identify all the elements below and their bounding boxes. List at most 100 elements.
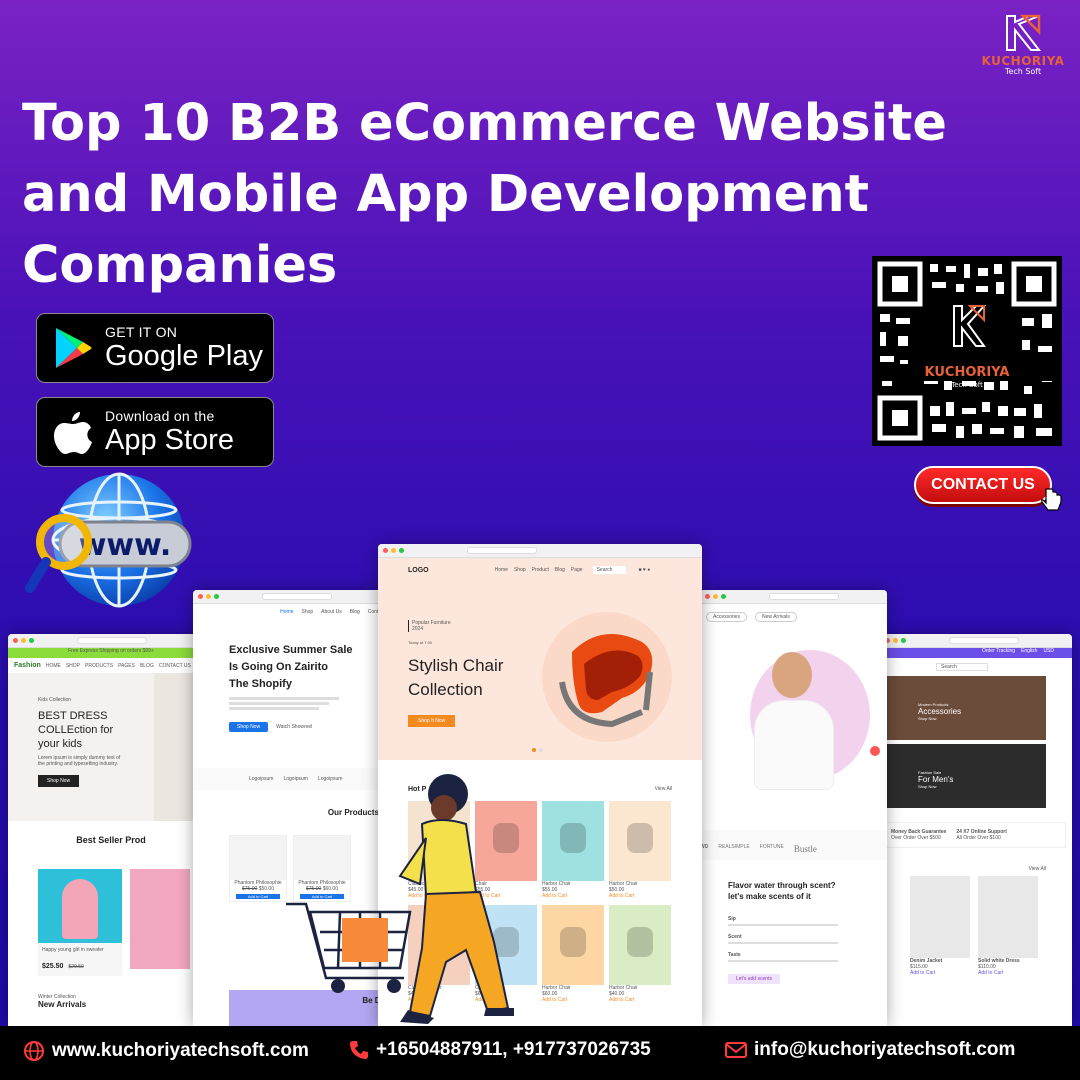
men-add-to-cart[interactable]: Add to Cart	[978, 970, 1038, 976]
brand-logo: KUCHORIYA Tech Soft	[980, 12, 1066, 76]
summer-nav-item[interactable]: About Us	[321, 609, 342, 615]
chair-product-image	[609, 905, 671, 985]
men-topbar-item[interactable]: English	[1021, 648, 1037, 658]
kids-nav-item[interactable]: HOME	[46, 663, 61, 669]
footer-bar: www.kuchoriyatechsoft.com +16504887911, …	[0, 1026, 1080, 1080]
chair-product-card[interactable]: Harbor Chair $55.00 Add to Cart	[542, 801, 604, 899]
summer-product-price: $50.00	[258, 886, 274, 892]
summer-watch-link[interactable]: Watch Showreel	[276, 724, 312, 730]
kids-nav-item[interactable]: CONTACT US	[159, 663, 191, 669]
mens-fashion-mockup: Order Tracking English USD Search Modern…	[880, 634, 1072, 1026]
chair-nav-item[interactable]: Home	[495, 567, 508, 573]
qr-code[interactable]: KUCHORIYA Tech Soft	[872, 256, 1062, 446]
chair-product-card[interactable]: Harbor Chair $60.00 Add to Cart	[542, 905, 604, 1003]
summer-shop-now-button[interactable]: Shop Now	[229, 722, 269, 732]
chair-view-all-link[interactable]: View All	[655, 786, 672, 793]
next-slide-icon[interactable]	[870, 746, 880, 756]
headline-line: and Mobile App Development	[22, 165, 870, 224]
chair-add-to-cart[interactable]: Add to Cart	[542, 997, 604, 1003]
footer-website[interactable]: www.kuchoriyatechsoft.com	[22, 1039, 309, 1063]
flavor-water-mockup: Accessories New Arrivals WD REALSIMPLE F…	[700, 590, 887, 1026]
chair-add-to-cart[interactable]: Add to Cart	[609, 893, 671, 899]
chair-product-image	[609, 801, 671, 881]
men-topbar-item[interactable]: Order Tracking	[982, 648, 1015, 658]
kids-shop-now-button[interactable]: Shop Now	[38, 775, 80, 787]
kids-nav-item[interactable]: PAGES	[118, 663, 135, 669]
men-category-card[interactable]: Fashion Sale For Men's Shop Now	[880, 744, 1046, 808]
kids-product-old-price: $29.50	[68, 964, 84, 970]
summer-title-line: Is Going On Zairito	[229, 661, 328, 673]
headline-line: Top 10 B2B eCommerce Website	[22, 94, 948, 153]
men-search-input[interactable]: Search	[936, 663, 988, 671]
chair-product-image	[542, 801, 604, 881]
chair-nav-item[interactable]: Page	[571, 567, 583, 573]
summer-nav-item[interactable]: Home	[280, 609, 293, 615]
kids-product-price: $25.50	[42, 963, 64, 970]
kids-product-image[interactable]	[130, 869, 190, 969]
carousel-dot[interactable]	[532, 748, 536, 752]
water-brand-logo: Bustle	[793, 844, 817, 854]
water-feature: Sip	[728, 916, 736, 922]
footer-phone[interactable]: +16504887911, +917737026735	[348, 1039, 651, 1061]
kids-section-title: Best Seller Prod	[76, 835, 146, 845]
email-icon	[725, 1042, 747, 1058]
summer-nav-item[interactable]: Shop	[301, 609, 313, 615]
chair-seat-icon	[627, 823, 653, 853]
app-store-button[interactable]: Download on the App Store	[36, 397, 274, 467]
chair-search-input[interactable]: Search	[592, 566, 627, 574]
men-card-link[interactable]: Shop Now	[918, 784, 1046, 789]
contact-us-label: CONTACT US	[931, 476, 1035, 493]
water-brand-logo: FORTUNE	[759, 844, 784, 850]
kids-nav-item[interactable]: PRODUCTS	[85, 663, 113, 669]
summer-nav-item[interactable]: Blog	[350, 609, 360, 615]
footer-email[interactable]: info@kuchoriyatechsoft.com	[724, 1039, 1015, 1061]
chair-product-card[interactable]: Harbor Chair $50.00 Add to Cart	[609, 801, 671, 899]
chair-logo[interactable]: LOGO	[408, 567, 429, 574]
men-card-title: For Men's	[918, 775, 954, 784]
footer-phone-text: +16504887911, +917737026735	[376, 1039, 651, 1060]
chair-hero-line: Stylish Chair	[408, 656, 504, 675]
summer-add-to-cart[interactable]: Add to Cart	[236, 894, 280, 899]
brand-mark-icon	[1006, 14, 1042, 51]
water-tab[interactable]: Accessories	[706, 612, 747, 622]
contact-us-button[interactable]: CONTACT US	[914, 466, 1052, 504]
men-product-card[interactable]: Solid white Dress $110.00 Add to Cart	[978, 876, 1038, 976]
water-tab[interactable]: New Arrivals	[754, 612, 797, 622]
chair-year: 2024	[412, 626, 424, 632]
summer-product-card[interactable]: Phantom Philosophie $75.00 $50.00 Add to…	[229, 835, 287, 902]
chair-hero-line: Collection	[408, 680, 483, 699]
men-feature-sub: Over Order Over $500	[891, 835, 941, 841]
google-play-button[interactable]: GET IT ON Google Play	[36, 313, 274, 383]
water-cta-button[interactable]: Let's add scents	[728, 974, 780, 984]
brand-name: KUCHORIYA	[981, 54, 1065, 68]
kids-product-name[interactable]: Happy young girl in sweater	[42, 947, 118, 953]
qr-brand-name: KUCHORIYA	[872, 364, 1062, 381]
men-add-to-cart[interactable]: Add to Cart	[910, 970, 970, 976]
water-title-line: let's make scents of it	[728, 892, 811, 901]
cart-icon[interactable]: ■ ♥ ●	[638, 567, 650, 573]
men-card-link[interactable]: Shop Now	[918, 716, 1046, 721]
chair-shop-button[interactable]: Shop It Now	[408, 715, 456, 727]
kids-nav-item[interactable]: SHOP	[66, 663, 80, 669]
phone-icon	[350, 1041, 368, 1059]
app-store-small-label: Download on the	[105, 408, 215, 424]
kids-nav-item[interactable]: BLOG	[140, 663, 154, 669]
chair-add-to-cart[interactable]: Add to Cart	[542, 893, 604, 899]
kids-fashion-mockup: Free Express Shipping on orders $99+ Fas…	[8, 634, 214, 1026]
carousel-dot[interactable]	[539, 748, 543, 752]
chair-product-card[interactable]: Harbor Chair $40.00 Add to Cart	[609, 905, 671, 1003]
chair-nav-item[interactable]: Product	[532, 567, 549, 573]
men-topbar-item[interactable]: USD	[1043, 648, 1054, 658]
chair-nav-item[interactable]: Blog	[555, 567, 565, 573]
water-brand-logo: REALSIMPLE	[718, 844, 750, 850]
men-category-card[interactable]: Modern Products Accessories Shop Now	[880, 676, 1046, 740]
google-play-small-label: GET IT ON	[105, 324, 178, 340]
chair-seat-icon	[560, 823, 586, 853]
kids-product-image[interactable]	[38, 869, 122, 943]
men-view-all-link[interactable]: View All	[880, 848, 1072, 872]
chair-add-to-cart[interactable]: Add to Cart	[609, 997, 671, 1003]
chair-seat-icon	[627, 927, 653, 957]
chair-tag: Today at 7:00	[408, 640, 433, 645]
men-product-card[interactable]: Denim Jacket $115.00 Add to Cart	[910, 876, 970, 976]
chair-nav-item[interactable]: Shop	[514, 567, 526, 573]
